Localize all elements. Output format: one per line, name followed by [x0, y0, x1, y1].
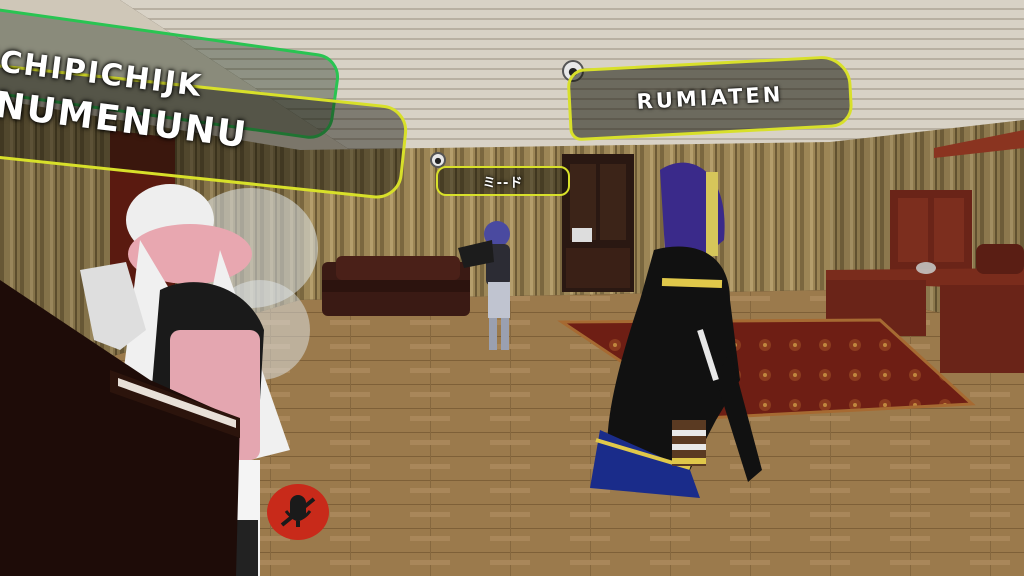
mic-muted-icon — [280, 495, 316, 527]
vr-viewport: ICHIPICHIJK NUMENUNU ● RUMIATEN ● ミ--ド — [0, 0, 1024, 576]
sofa — [322, 256, 470, 316]
bookshelf — [562, 154, 634, 292]
mic-muted-button[interactable] — [267, 484, 329, 540]
nameplate-rumiaten[interactable]: RUMIATEN — [566, 54, 854, 142]
nameplate-mido[interactable]: ミ--ド — [436, 166, 570, 196]
